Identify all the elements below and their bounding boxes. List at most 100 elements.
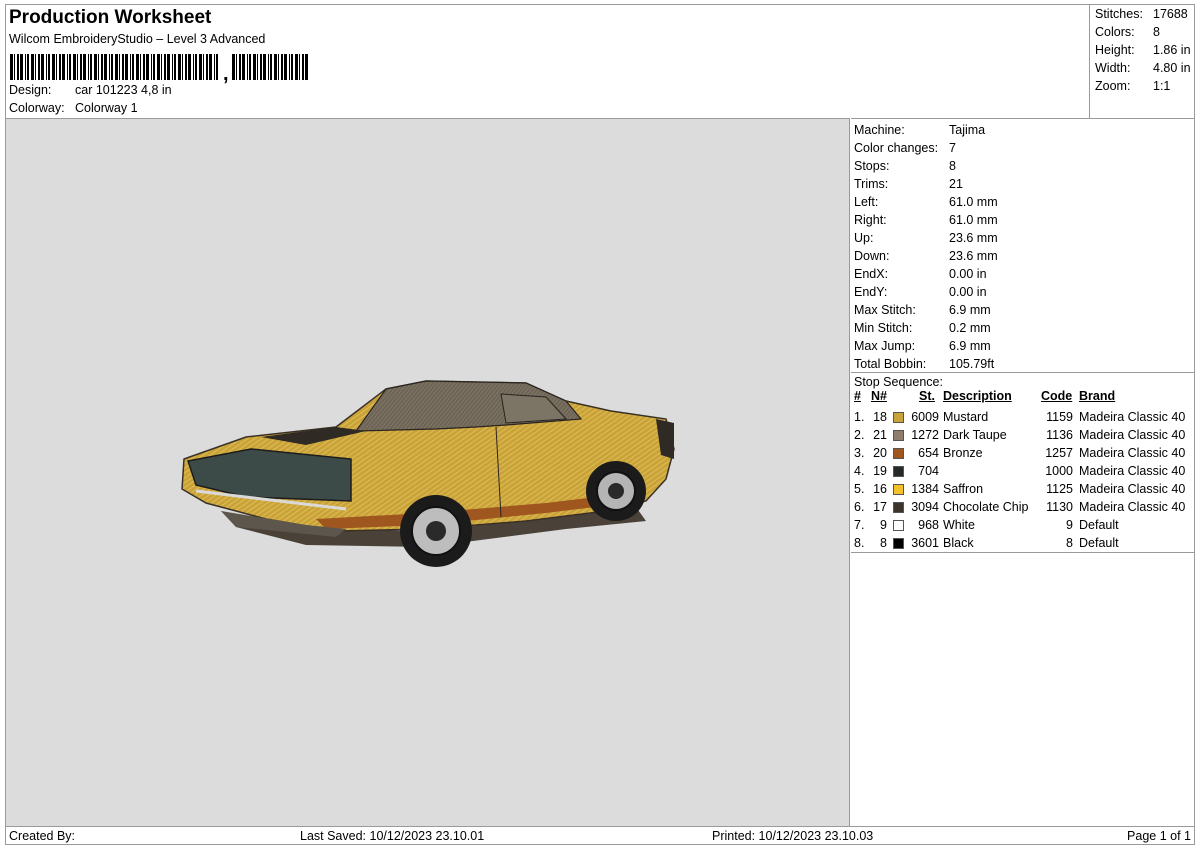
thread-description: Mustard (943, 410, 989, 424)
thread-description: Black (943, 536, 974, 550)
thread-brand: Madeira Classic 40 (1079, 428, 1186, 442)
stitch-count: 968 (918, 518, 939, 532)
down-row: Down: 23.6 mm (854, 249, 998, 263)
right-row: Right: 61.0 mm (854, 213, 998, 227)
design-preview (6, 118, 850, 826)
stop-row: 7. 9 968 White 9 Default (851, 516, 1195, 534)
thread-description: Saffron (943, 482, 984, 496)
stitch-count: 3094 (911, 500, 939, 514)
stop-index: 6. (854, 500, 865, 514)
thread-brand: Madeira Classic 40 (1079, 464, 1186, 478)
page-number: Page 1 of 1 (1127, 829, 1191, 843)
stop-row: 6. 17 3094 Chocolate Chip 1130 Madeira Classi… (851, 498, 1195, 516)
thread-code: 1000 (1045, 464, 1073, 478)
last-saved: Last Saved: 10/12/2023 23.10.01 (300, 829, 485, 843)
stop-row: 2. 21 1272 Dark Taupe 1136 Madeira Classic 40 (851, 426, 1195, 444)
stop-row: 3. 20 654 Bronze 1257 Madeira Classic 40 (851, 444, 1195, 462)
created-by: Created By: (9, 829, 76, 843)
left-row: Left: 61.0 mm (854, 195, 998, 209)
summary-height: Height: 1.86 in (1095, 43, 1191, 57)
summary-colors: Colors: 8 (1095, 25, 1160, 39)
max-jump-row: Max Jump: 6.9 mm (854, 339, 991, 353)
thread-code: 9 (1066, 518, 1073, 532)
thread-description: Chocolate Chip (943, 500, 1029, 514)
thread-description: White (943, 518, 975, 532)
production-worksheet: Production Worksheet Wilcom EmbroiderySt… (5, 4, 1195, 845)
min-stitch-row: Min Stitch: 0.2 mm (854, 321, 991, 335)
machine-info-panel: Machine: Tajima Color changes: 7 Stops: 8 T… (851, 118, 1195, 826)
stitch-count: 704 (918, 464, 939, 478)
stop-index: 1. (854, 410, 865, 424)
stop-index: 7. (854, 518, 865, 532)
stop-row: 5. 16 1384 Saffron 1125 Madeira Classic 40 (851, 480, 1195, 498)
stop-index: 5. (854, 482, 865, 496)
thread-brand: Madeira Classic 40 (1079, 410, 1186, 424)
needle-number: 19 (873, 464, 887, 478)
col-header-code: Code (1041, 389, 1073, 403)
printed-date: Printed: 10/12/2023 23.10.03 (712, 829, 874, 843)
stop-row: 4. 19 704 1000 Madeira Classic 40 (851, 462, 1195, 480)
col-header-st: St. (919, 389, 935, 403)
needle-number: 17 (873, 500, 887, 514)
needle-number: 9 (880, 518, 887, 532)
design-row: Design: car 101223 4,8 in (9, 83, 172, 97)
thread-brand: Madeira Classic 40 (1079, 500, 1186, 514)
colorway-label: Colorway: (9, 101, 65, 115)
design-label: Design: (9, 83, 52, 97)
needle-number: 21 (873, 428, 887, 442)
max-stitch-row: Max Stitch: 6.9 mm (854, 303, 991, 317)
car-embroidery-image (181, 380, 675, 567)
trims-row: Trims: 21 (854, 177, 963, 191)
thread-code: 1257 (1045, 446, 1073, 460)
stitch-count: 1384 (911, 482, 939, 496)
needle-number: 8 (880, 536, 887, 550)
thread-code: 1136 (1046, 428, 1073, 442)
thread-code: 1159 (1046, 410, 1073, 424)
thread-code: 1125 (1046, 482, 1073, 496)
stop-index: 3. (854, 446, 865, 460)
total-bobbin-row: Total Bobbin: 105.79ft (854, 357, 995, 371)
thread-code: 1130 (1046, 500, 1073, 514)
colorway-row: Colorway: Colorway 1 (9, 101, 138, 115)
summary-stitches: Stitches: 17688 (1095, 7, 1188, 21)
colorway-value: Colorway 1 (75, 101, 138, 115)
design-summary: Stitches: 17688 Colors: 8 Height: 1.86 in W… (1091, 5, 1195, 118)
thread-code: 8 (1066, 536, 1073, 550)
thread-description: Bronze (943, 446, 983, 460)
stitch-count: 3601 (911, 536, 939, 550)
stop-index: 4. (854, 464, 865, 478)
design-value: car 101223 4,8 in (75, 83, 172, 97)
worksheet-footer: Created By: Last Saved: 10/12/2023 23.10… (6, 826, 1195, 845)
endy-row: EndY: 0.00 in (854, 285, 987, 299)
stop-sequence-title: Stop Sequence: (854, 375, 943, 389)
needle-number: 20 (873, 446, 887, 460)
stop-row: 1. 18 6009 Mustard 1159 Madeira Classic 40 (851, 408, 1195, 426)
summary-zoom: Zoom: 1:1 (1095, 79, 1171, 93)
machine-row: Machine: Tajima (854, 123, 986, 137)
software-name: Wilcom EmbroideryStudio – Level 3 Advanc… (9, 32, 266, 46)
divider (851, 552, 1195, 553)
col-header-brand: Brand (1079, 389, 1116, 403)
thread-brand: Default (1079, 536, 1119, 550)
col-header-num: # (854, 389, 861, 403)
endx-row: EndX: 0.00 in (854, 267, 987, 281)
summary-width: Width: 4.80 in (1095, 61, 1191, 75)
thread-brand: Madeira Classic 40 (1079, 482, 1186, 496)
stitch-count: 1272 (911, 428, 939, 442)
col-header-n: N# (871, 389, 887, 403)
thread-brand: Madeira Classic 40 (1079, 446, 1186, 460)
divider (851, 372, 1195, 373)
stops-row: Stops: 8 (854, 159, 956, 173)
stitch-count: 654 (918, 446, 939, 460)
needle-number: 16 (873, 482, 887, 496)
up-row: Up: 23.6 mm (854, 231, 998, 245)
stop-row: 8. 8 3601 Black 8 Default (851, 534, 1195, 552)
color-changes-row: Color changes: 7 (854, 141, 956, 155)
stitch-count: 6009 (911, 410, 939, 424)
stop-index: 8. (854, 536, 865, 550)
col-header-description: Description (943, 389, 1012, 403)
worksheet-header: Production Worksheet Wilcom EmbroiderySt… (6, 5, 1090, 118)
thread-description: Dark Taupe (943, 428, 1007, 442)
thread-brand: Default (1079, 518, 1119, 532)
needle-number: 18 (873, 410, 887, 424)
